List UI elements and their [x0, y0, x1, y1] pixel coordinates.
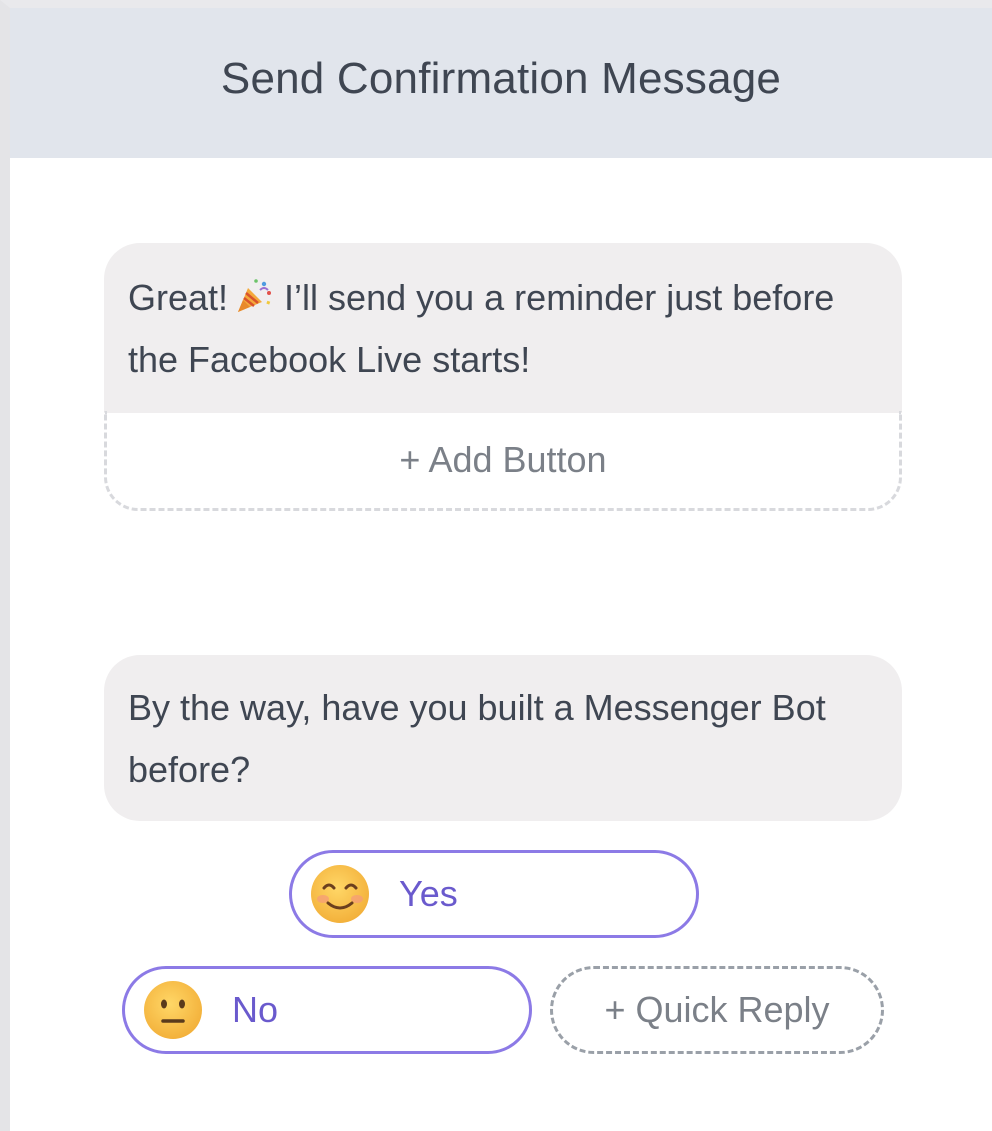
message-text-start: Great! — [128, 277, 229, 318]
add-quick-reply-button[interactable]: + Quick Reply — [550, 966, 884, 1054]
party-popper-icon — [238, 279, 272, 312]
neutral-face-icon — [144, 981, 202, 1039]
quick-reply-label: No — [232, 989, 279, 1030]
message-bubble[interactable]: By the way, have you built a Messenger B… — [104, 655, 902, 821]
quick-reply-label: Yes — [399, 873, 458, 914]
message-card-question[interactable]: By the way, have you built a Messenger B… — [104, 655, 902, 821]
message-card-confirmation[interactable]: Great! I’ll send you a reminder just bef… — [104, 243, 902, 511]
panel-header: Send Confirmation Message — [10, 8, 992, 158]
quick-reply-no[interactable]: No — [122, 966, 532, 1054]
smiling-face-icon — [311, 865, 369, 923]
message-bubble[interactable]: Great! I’ll send you a reminder just bef… — [104, 243, 902, 413]
quick-reply-yes[interactable]: Yes — [289, 850, 699, 938]
page-title: Send Confirmation Message — [220, 54, 782, 103]
add-button[interactable]: + Add Button — [104, 411, 902, 511]
editor-frame — [0, 0, 992, 1131]
